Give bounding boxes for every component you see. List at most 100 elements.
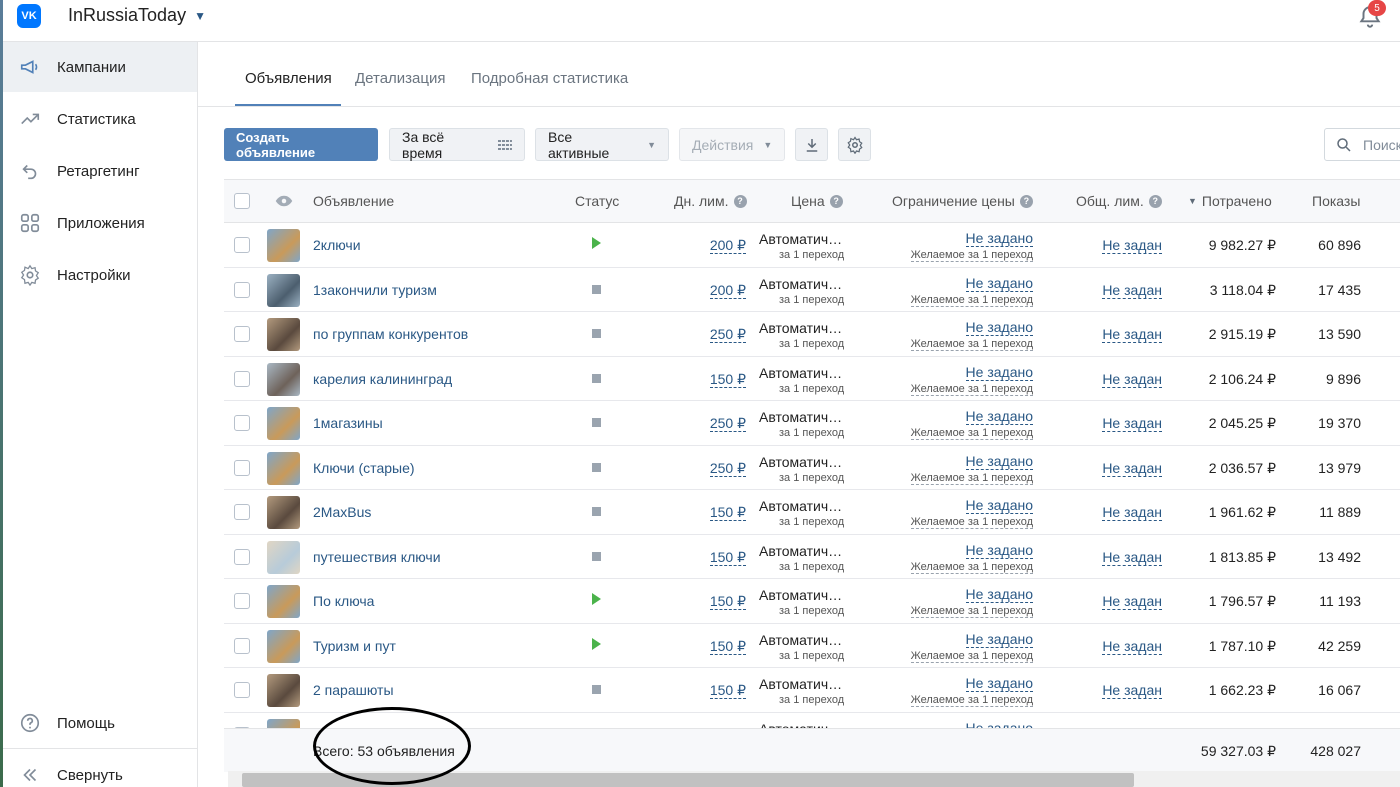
total-limit-link[interactable]: Не задан <box>1102 505 1162 521</box>
ad-thumbnail[interactable] <box>267 407 300 440</box>
sidebar-item-settings[interactable]: Настройки <box>3 250 197 300</box>
sidebar-collapse-button[interactable]: Свернуть <box>3 750 197 787</box>
table-row[interactable]: карелия калининград 150 ₽ Автоматич… за 1 п… <box>224 357 1400 401</box>
daily-limit-link[interactable]: 150 ₽ <box>709 683 746 699</box>
stopped-status-icon[interactable] <box>592 418 601 427</box>
price-cap-link[interactable]: Не задано <box>965 231 1033 247</box>
ad-name-link[interactable]: 1магазины <box>313 415 383 431</box>
table-row[interactable]: 1магазины 250 ₽ Автоматич… за 1 переход Не з… <box>224 401 1400 446</box>
total-limit-link[interactable]: Не задан <box>1102 638 1162 655</box>
row-checkbox[interactable] <box>234 548 250 565</box>
table-row[interactable]: путешествия ключи 150 ₽ Автоматич… за 1 пер… <box>224 535 1400 579</box>
row-checkbox[interactable] <box>234 415 250 431</box>
running-status-icon[interactable] <box>592 593 601 605</box>
help-icon[interactable]: ? <box>733 194 747 208</box>
ad-thumbnail[interactable] <box>267 585 300 618</box>
price-cap-link[interactable]: Не задано <box>965 587 1033 603</box>
row-checkbox[interactable] <box>234 326 250 342</box>
ad-thumbnail[interactable] <box>267 674 300 707</box>
col-shows[interactable]: Показы <box>1312 193 1360 209</box>
row-checkbox[interactable] <box>234 237 250 253</box>
ad-thumbnail[interactable] <box>267 318 300 351</box>
running-status-icon[interactable] <box>592 637 601 650</box>
daily-limit-link[interactable]: 150 ₽ <box>709 549 746 566</box>
select-all-checkbox[interactable] <box>234 193 250 209</box>
row-checkbox[interactable] <box>234 637 250 654</box>
total-limit-link[interactable]: Не задан <box>1102 371 1162 388</box>
ad-name-link[interactable]: Туризм и пут <box>313 638 396 654</box>
row-checkbox[interactable] <box>234 459 250 476</box>
total-limit-link[interactable]: Не задан <box>1102 460 1162 477</box>
col-ad[interactable]: Объявление <box>313 193 394 209</box>
row-checkbox[interactable] <box>234 593 250 609</box>
ad-name-link[interactable]: 2 парашюты <box>313 682 394 698</box>
stopped-status-icon[interactable] <box>592 329 601 338</box>
total-limit-link[interactable]: Не задан <box>1102 327 1162 343</box>
running-status-icon[interactable] <box>592 237 601 249</box>
sidebar-item-statistics[interactable]: Статистика <box>3 94 197 144</box>
ad-name-link[interactable]: путешествия ключи <box>313 549 441 565</box>
ad-thumbnail[interactable] <box>267 629 300 663</box>
table-row[interactable]: Ключи (старые) 250 ₽ Автоматич… за 1 перехо… <box>224 446 1400 490</box>
price-cap-link[interactable]: Не задано <box>965 631 1033 648</box>
col-spent[interactable]: ▼ Потрачено <box>1188 193 1272 209</box>
price-cap-link[interactable]: Не задано <box>965 320 1033 336</box>
help-icon[interactable]: ? <box>1019 194 1033 208</box>
ad-thumbnail[interactable] <box>267 229 300 262</box>
ad-name-link[interactable]: По ключа <box>313 593 374 609</box>
tab-detailed-stats[interactable]: Подробная статистика <box>471 70 628 87</box>
daily-limit-link[interactable]: 200 ₽ <box>709 282 746 299</box>
ad-name-link[interactable]: 2ключи <box>313 237 361 253</box>
account-switcher[interactable]: InRussiaToday ▼ <box>68 5 206 26</box>
ad-name-link[interactable]: по группам конкурентов <box>313 326 468 342</box>
table-row[interactable]: Туризм и пут 150 ₽ Автоматич… за 1 переход Н… <box>224 624 1400 668</box>
daily-limit-link[interactable]: 150 ₽ <box>709 638 746 655</box>
table-row[interactable]: по группам конкурентов 250 ₽ Автоматич… за … <box>224 312 1400 357</box>
table-row[interactable]: 2ключи 200 ₽ Автоматич… за 1 переход Не зада… <box>224 223 1400 268</box>
price-cap-link[interactable]: Не задано <box>965 542 1033 559</box>
actions-dropdown[interactable]: Действия ▼ <box>679 128 785 161</box>
sidebar-item-apps[interactable]: Приложения <box>3 198 197 248</box>
create-ad-button[interactable]: Создать объявление <box>224 128 378 161</box>
col-total-limit[interactable]: Общ. лим.? <box>1076 193 1162 209</box>
price-cap-link[interactable]: Не задано <box>965 275 1033 292</box>
table-row[interactable]: 1закончили туризм 200 ₽ Автоматич… за 1 пер… <box>224 268 1400 312</box>
daily-limit-link[interactable]: 150 ₽ <box>709 505 746 521</box>
download-button[interactable] <box>795 128 828 161</box>
row-checkbox[interactable] <box>234 370 250 387</box>
ad-name-link[interactable]: 1закончили туризм <box>313 282 437 298</box>
total-limit-link[interactable]: Не задан <box>1102 282 1162 299</box>
ad-name-link[interactable]: Ключи (старые) <box>313 460 415 476</box>
help-icon[interactable]: ? <box>829 194 843 208</box>
price-cap-link[interactable]: Не задано <box>966 720 1033 728</box>
search-input[interactable]: Поиск <box>1324 128 1400 161</box>
daily-limit-link[interactable]: 150 ₽ <box>709 371 746 388</box>
total-limit-link[interactable]: Не задан <box>1102 683 1162 699</box>
price-cap-link[interactable]: Не задано <box>965 453 1033 470</box>
stopped-status-icon[interactable] <box>592 685 601 694</box>
total-limit-link[interactable]: Не задан <box>1102 594 1162 610</box>
ad-name-link[interactable]: карелия калининград <box>313 371 452 387</box>
ad-thumbnail[interactable] <box>267 451 300 485</box>
price-cap-link[interactable]: Не задано <box>965 409 1033 425</box>
col-status[interactable]: Статус <box>575 193 619 209</box>
stopped-status-icon[interactable] <box>592 373 601 383</box>
price-cap-link[interactable]: Не задано <box>965 498 1033 514</box>
table-row[interactable]: По ключа 150 ₽ Автоматич… за 1 переход Не за… <box>224 579 1400 624</box>
col-daily-limit[interactable]: Дн. лим.? <box>674 193 747 209</box>
sidebar-item-retargeting[interactable]: Ретаргетинг <box>3 146 197 196</box>
col-price-cap[interactable]: Ограничение цены? <box>892 193 1033 209</box>
ad-thumbnail[interactable] <box>267 273 300 307</box>
price-cap-link[interactable]: Не задано <box>965 364 1033 381</box>
daily-limit-link[interactable]: 150 ₽ <box>709 594 746 610</box>
vk-logo[interactable]: VK <box>17 4 41 28</box>
ad-thumbnail[interactable] <box>267 540 300 574</box>
daily-limit-link[interactable]: 250 ₽ <box>709 327 746 343</box>
total-limit-link[interactable]: Не задан <box>1102 549 1162 566</box>
ad-thumbnail[interactable] <box>267 496 300 529</box>
ad-name-link[interactable]: 2MaxBus <box>313 504 371 520</box>
stopped-status-icon[interactable] <box>592 551 601 561</box>
status-filter-select[interactable]: Все активные ▼ <box>535 128 669 161</box>
stopped-status-icon[interactable] <box>592 462 601 472</box>
price-cap-link[interactable]: Не задано <box>965 676 1033 692</box>
